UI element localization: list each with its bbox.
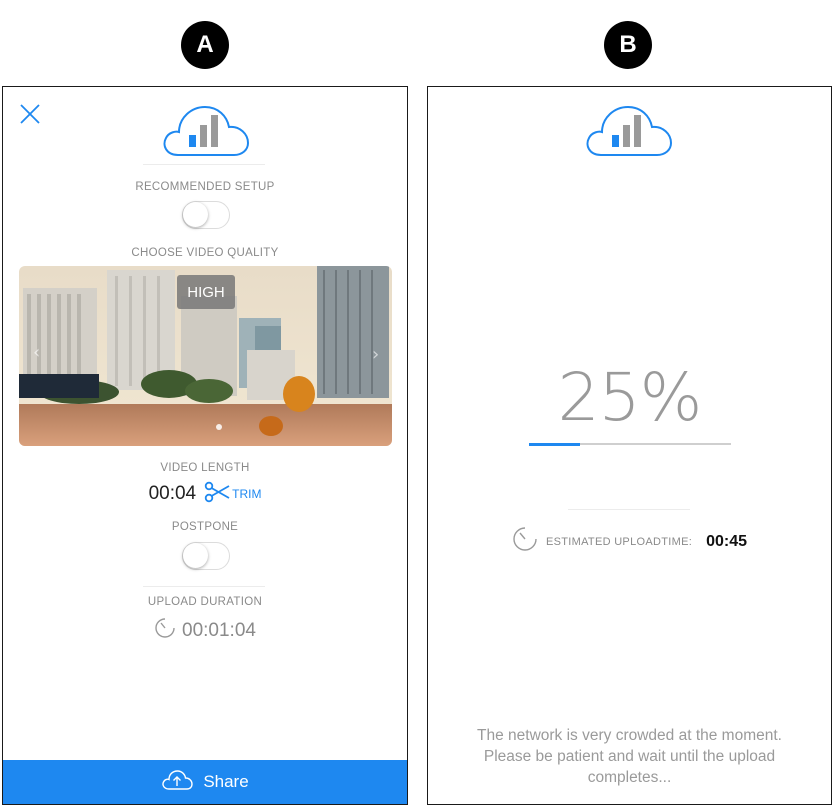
upload-duration-label: UPLOAD DURATION — [147, 596, 263, 608]
video-length-label: VIDEO LENGTH — [160, 462, 250, 474]
toggle-knob — [183, 202, 208, 227]
divider — [143, 586, 265, 587]
divider — [568, 509, 690, 510]
toggle-knob — [183, 543, 208, 568]
divider — [143, 164, 265, 165]
share-button[interactable]: Share — [3, 760, 407, 804]
progress-bar — [529, 442, 731, 446]
close-icon[interactable] — [19, 103, 41, 125]
trim-button[interactable]: TRIM — [204, 481, 261, 506]
postpone-label: POSTPONE — [171, 521, 239, 533]
video-length-row: 00:04 TRIM — [3, 481, 407, 506]
cloud-signal-icon — [583, 101, 675, 159]
cloud-signal-icon — [160, 101, 252, 159]
upload-progress-screen: 25% ESTIMATED UPLOADTIME: 00:45 The netw… — [427, 86, 832, 805]
svg-text:‹: ‹ — [33, 342, 40, 363]
recommended-setup-toggle[interactable] — [182, 201, 230, 229]
progress-percent: 25% — [557, 359, 703, 436]
upload-duration-row: 00:01:04 — [3, 617, 407, 644]
network-message: The network is very crowded at the momen… — [428, 725, 831, 788]
video-quality-badge[interactable]: HIGH — [177, 275, 235, 309]
timer-icon — [512, 526, 538, 557]
progress-bar-fill — [529, 442, 580, 446]
svg-text:›: › — [372, 344, 379, 365]
message-line: Please be patient and wait until the upl… — [483, 748, 776, 765]
panel-label-b: B — [604, 21, 652, 69]
video-preview[interactable]: ‹ › HIGH — [19, 266, 392, 446]
scissors-icon — [204, 481, 230, 506]
estimated-upload-row: ESTIMATED UPLOADTIME: 00:45 — [428, 526, 831, 557]
timer-icon — [154, 617, 176, 644]
postpone-toggle[interactable] — [182, 542, 230, 570]
message-line: The network is very crowded at the momen… — [477, 727, 782, 744]
recommended-setup-label: RECOMMENDED SETUP — [135, 181, 275, 193]
upload-duration-value: 00:01:04 — [182, 619, 256, 641]
panel-label-a: A — [181, 21, 229, 69]
video-length-value: 00:04 — [148, 482, 197, 504]
estimated-upload-value: 00:45 — [706, 532, 747, 550]
upload-setup-screen: RECOMMENDED SETUP CHOOSE VIDEO QUALITY ‹… — [2, 86, 408, 805]
trim-label: TRIM — [232, 486, 262, 501]
message-line: completes... — [587, 769, 672, 786]
video-quality-label: CHOOSE VIDEO QUALITY — [131, 247, 279, 259]
cloud-upload-icon — [161, 769, 194, 796]
share-label: Share — [203, 772, 249, 791]
estimated-upload-label: ESTIMATED UPLOADTIME: — [546, 535, 693, 548]
